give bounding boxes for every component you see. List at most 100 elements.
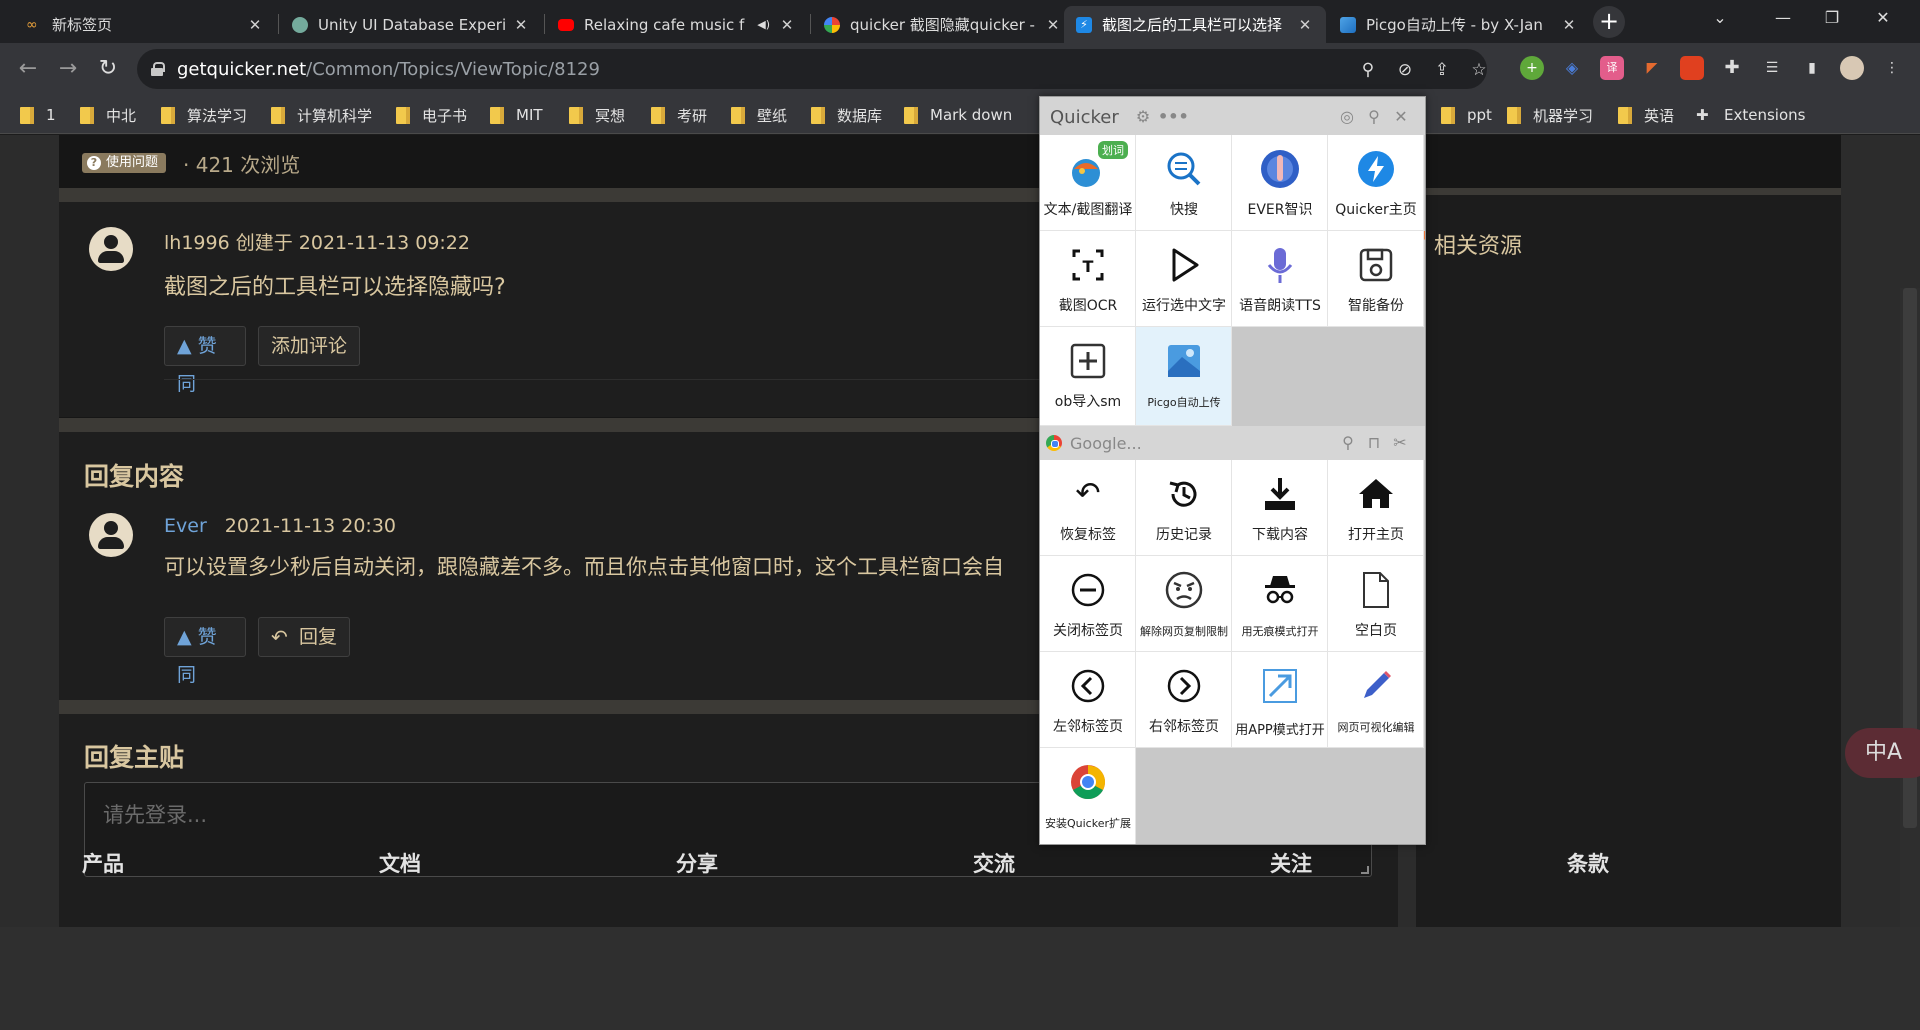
bookmark-folder[interactable]: 机器学习: [1507, 105, 1593, 125]
more-dots-icon[interactable]: •••: [1158, 107, 1189, 127]
tools-icon[interactable]: ✂: [1390, 433, 1410, 453]
bookmark-folder[interactable]: 壁纸: [731, 105, 787, 125]
footer-share[interactable]: 分享: [676, 848, 718, 878]
bookmark-extensions[interactable]: ✚ Extensions: [1696, 105, 1805, 125]
restore-icon[interactable]: ❐: [1817, 8, 1847, 27]
action-blank-page[interactable]: 空白页: [1328, 556, 1424, 652]
side-panel-icon[interactable]: ▮: [1800, 56, 1824, 80]
zoom-icon[interactable]: ⚲: [1357, 59, 1379, 81]
settings-gear-icon[interactable]: ⚙: [1133, 107, 1153, 127]
action-unlock-copy[interactable]: 解除网页复制限制: [1136, 556, 1232, 652]
extension-plus-icon[interactable]: +: [1520, 56, 1544, 80]
share-icon[interactable]: ⇪: [1431, 59, 1453, 81]
tab-new-tab[interactable]: ∞ 新标签页 ✕: [14, 6, 276, 43]
close-tab-icon[interactable]: ✕: [1560, 16, 1578, 34]
action-picgo[interactable]: Picgo自动上传: [1136, 327, 1232, 426]
tab-picgo[interactable]: Picgo自动上传 - by X-Jan ✕: [1328, 6, 1590, 43]
tab-quicker-search[interactable]: quicker 截图隐藏quicker - ✕: [812, 6, 1074, 43]
bookmark-folder[interactable]: MIT: [490, 105, 543, 125]
search-icon[interactable]: ⚲: [1338, 433, 1358, 453]
footer-docs[interactable]: 文档: [379, 848, 421, 878]
minimize-icon[interactable]: —: [1768, 8, 1798, 27]
author-link[interactable]: lh1996: [164, 232, 230, 254]
action-run-selected[interactable]: 运行选中文字: [1136, 231, 1232, 327]
extension-translate-icon[interactable]: 译: [1600, 56, 1624, 80]
translate-button[interactable]: 中A: [1845, 728, 1920, 778]
menu-kebab-icon[interactable]: ⋮: [1880, 56, 1904, 80]
like-button[interactable]: ▲ 赞同: [164, 617, 246, 686]
bookmark-folder[interactable]: 数据库: [811, 105, 882, 125]
extension-flag-icon[interactable]: ◤: [1640, 56, 1664, 80]
bookmark-folder[interactable]: 1: [20, 105, 56, 125]
action-downloads[interactable]: 下载内容: [1232, 460, 1328, 556]
add-comment-button[interactable]: 添加评论: [258, 326, 361, 366]
bookmark-folder[interactable]: 冥想: [569, 105, 625, 125]
action-smart-backup[interactable]: 智能备份: [1328, 231, 1424, 327]
action-translate[interactable]: 划词 文本/截图翻译: [1040, 135, 1136, 231]
extensions-puzzle-icon[interactable]: ✚: [1720, 56, 1744, 80]
action-app-mode[interactable]: 用APP模式打开: [1232, 652, 1328, 748]
like-button[interactable]: ▲ 赞同: [164, 326, 246, 395]
bookmark-folder[interactable]: 中北: [80, 105, 136, 125]
profile-avatar[interactable]: [1840, 56, 1864, 80]
reading-list-icon[interactable]: ☰: [1760, 56, 1784, 80]
bookmark-folder[interactable]: 算法学习: [161, 105, 247, 125]
new-tab-button[interactable]: +: [1593, 6, 1625, 38]
close-tab-icon[interactable]: ✕: [1296, 16, 1314, 34]
lock-icon[interactable]: [151, 62, 165, 76]
bookmark-folder[interactable]: Mark down: [904, 105, 1012, 125]
action-ocr[interactable]: T 截图OCR: [1040, 231, 1136, 327]
reload-icon[interactable]: ↻: [94, 55, 122, 83]
footer-product[interactable]: 产品: [82, 848, 124, 878]
avatar[interactable]: [89, 227, 133, 271]
pin-icon[interactable]: ⚲: [1364, 107, 1384, 127]
action-install-extension[interactable]: 安装Quicker扩展: [1040, 748, 1136, 844]
bookmark-folder[interactable]: 电子书: [396, 105, 467, 125]
resize-handle-icon[interactable]: [1361, 866, 1369, 874]
bookmark-folder[interactable]: 考研: [651, 105, 707, 125]
speaker-icon[interactable]: ◀): [757, 18, 770, 31]
quicker-header[interactable]: Quicker ⚙ ••• ◎ ⚲ ✕: [1040, 97, 1425, 135]
action-ob-import[interactable]: ob导入sm: [1040, 327, 1136, 426]
action-ever[interactable]: EVER智识: [1232, 135, 1328, 231]
category-badge[interactable]: ? 使用问题: [82, 153, 167, 173]
action-history[interactable]: 历史记录: [1136, 460, 1232, 556]
forward-icon[interactable]: →: [54, 55, 82, 83]
action-open-home[interactable]: 打开主页: [1328, 460, 1424, 556]
action-left-tab[interactable]: 左邻标签页: [1040, 652, 1136, 748]
action-visual-edit[interactable]: 网页可视化编辑: [1328, 652, 1424, 748]
back-icon[interactable]: ←: [14, 55, 42, 83]
footer-terms[interactable]: 条款: [1567, 848, 1609, 878]
close-icon[interactable]: ✕: [1391, 107, 1411, 127]
bookmark-star-icon[interactable]: ☆: [1468, 59, 1490, 81]
tab-current-topic[interactable]: ⚡ 截图之后的工具栏可以选择 ✕: [1064, 6, 1326, 43]
bookmark-folder[interactable]: 计算机科学: [271, 105, 372, 125]
close-tab-icon[interactable]: ✕: [512, 16, 530, 34]
eye-off-icon[interactable]: ⊘: [1394, 59, 1416, 81]
avatar[interactable]: [89, 513, 133, 557]
footer-follow[interactable]: 关注: [1270, 848, 1312, 878]
bookmark-folder[interactable]: 英语: [1618, 105, 1674, 125]
close-tab-icon[interactable]: ✕: [246, 16, 264, 34]
action-close-tab[interactable]: 关闭标签页: [1040, 556, 1136, 652]
reply-button[interactable]: ↶ 回复: [258, 617, 351, 657]
user-icon[interactable]: ◎: [1337, 107, 1357, 127]
footer-community[interactable]: 交流: [973, 848, 1015, 878]
bookmark-folder[interactable]: ppt: [1441, 105, 1492, 125]
tab-unity-ui[interactable]: Unity UI Database Experi ✕: [280, 6, 542, 43]
action-incognito[interactable]: 用无痕模式打开: [1232, 556, 1328, 652]
action-restore-tab[interactable]: ↶ 恢复标签: [1040, 460, 1136, 556]
extension-screenshot-icon[interactable]: [1680, 56, 1704, 80]
action-tts[interactable]: 语音朗读TTS: [1232, 231, 1328, 327]
action-quicker-home[interactable]: Quicker主页: [1328, 135, 1424, 231]
action-right-tab[interactable]: 右邻标签页: [1136, 652, 1232, 748]
action-quick-search[interactable]: 快搜: [1136, 135, 1232, 231]
tab-relaxing-music[interactable]: Relaxing cafe music f ◀) ✕: [546, 6, 808, 43]
lock-icon[interactable]: ⊓: [1364, 433, 1384, 453]
close-tab-icon[interactable]: ✕: [1044, 16, 1062, 34]
address-bar[interactable]: getquicker.net/Common/Topics/ViewTopic/8…: [137, 49, 1487, 89]
reply-author[interactable]: Ever: [164, 515, 207, 537]
tab-search-icon[interactable]: ⌄: [1705, 8, 1735, 27]
extension-diamond-icon[interactable]: ◈: [1560, 56, 1584, 80]
close-tab-icon[interactable]: ✕: [778, 16, 796, 34]
